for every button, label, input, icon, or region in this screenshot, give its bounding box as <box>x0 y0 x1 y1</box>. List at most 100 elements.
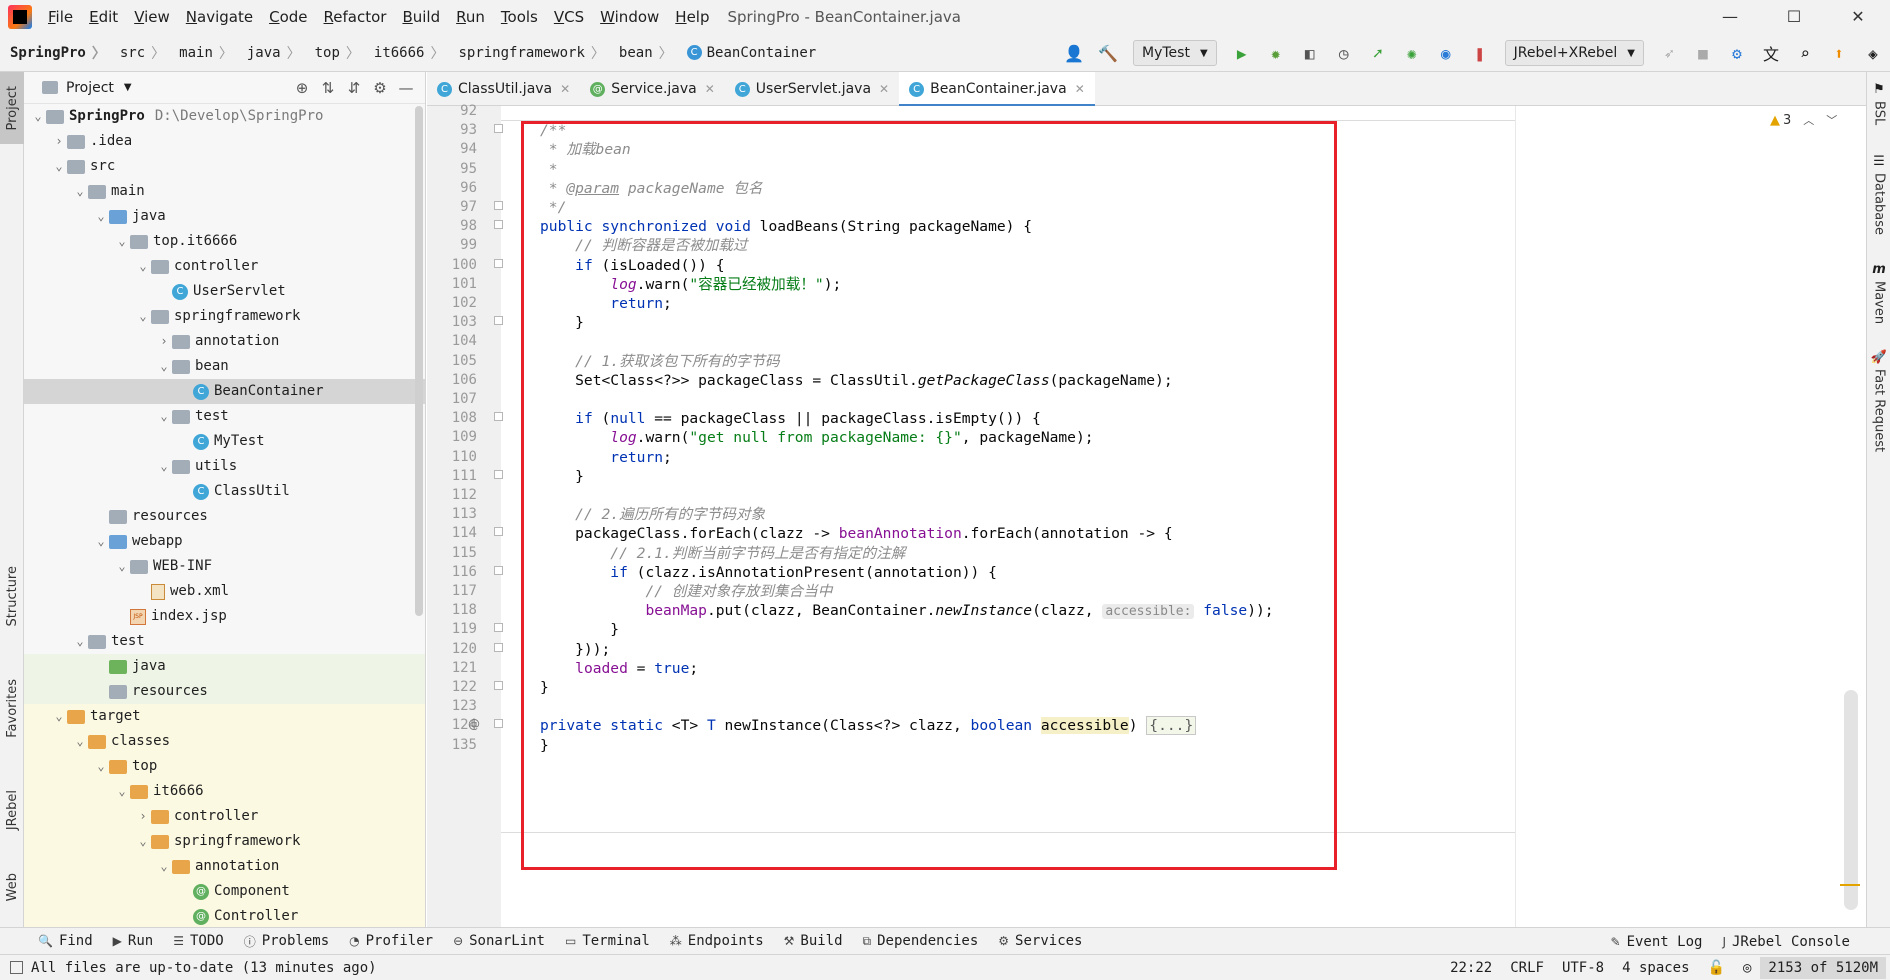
tree-node[interactable]: › .idea <box>24 129 425 154</box>
tree-node[interactable]: C UserServlet <box>24 279 425 304</box>
tree-node[interactable]: JSP index.jsp <box>24 604 425 629</box>
tree-node[interactable]: ⌄ annotation <box>24 854 425 879</box>
tool-window-todo[interactable]: ☰ TODO <box>163 933 233 949</box>
project-tree-scrollbar[interactable] <box>415 106 423 616</box>
structure-tool-tab[interactable]: Structure <box>0 552 24 640</box>
chevron-down-icon[interactable]: ⌄ <box>72 729 88 754</box>
update-icon[interactable]: ⬆ <box>1826 40 1852 66</box>
fold-marker-icon[interactable] <box>494 316 503 325</box>
tool-window-run[interactable]: ▶ Run <box>103 933 164 949</box>
tool-window-services[interactable]: ⚙ Services <box>988 933 1092 949</box>
fold-marker-icon[interactable] <box>494 259 503 268</box>
menu-view[interactable]: View <box>126 8 178 26</box>
chevron-right-icon[interactable]: › <box>51 129 67 154</box>
chevron-down-icon[interactable]: ⌄ <box>72 629 88 654</box>
tool-window-endpoints[interactable]: ⁂ Endpoints <box>660 933 774 949</box>
previous-highlight-icon[interactable]: ︿ <box>1803 112 1814 128</box>
hide-icon[interactable]: — <box>393 79 419 97</box>
tree-node[interactable]: ⌄ controller <box>24 254 425 279</box>
tree-node[interactable]: resources <box>24 679 425 704</box>
tree-node[interactable]: ⌄ springframework <box>24 304 425 329</box>
chevron-down-icon[interactable]: ⌄ <box>114 779 130 804</box>
tree-node[interactable]: ⌄ springframework <box>24 829 425 854</box>
tree-node[interactable]: › controller <box>24 804 425 829</box>
tool-window-problems[interactable]: ⓘ Problems <box>234 933 339 950</box>
debug-icon[interactable]: ✹ <box>1263 40 1289 66</box>
chevron-right-icon[interactable]: › <box>135 804 151 829</box>
editor-tab[interactable]: C BeanContainer.java ✕ <box>899 72 1095 107</box>
minimize-button[interactable]: — <box>1698 0 1762 34</box>
tree-node[interactable]: @ Controller <box>24 904 425 927</box>
menu-code[interactable]: Code <box>261 8 315 26</box>
project-tool-tab[interactable]: Project <box>0 72 24 144</box>
menu-vcs[interactable]: VCS <box>546 8 592 26</box>
tree-node[interactable]: ⌄ top <box>24 754 425 779</box>
tree-node[interactable]: ⌄ test <box>24 629 425 654</box>
tool-window-build[interactable]: ⚒ Build <box>774 933 853 949</box>
expand-all-icon[interactable]: ⇅ <box>315 79 341 97</box>
editor-tab[interactable]: @ Service.java ✕ <box>580 72 725 106</box>
build-hammer-icon[interactable]: 🔨 <box>1095 40 1121 66</box>
tool-windows-toggle-icon[interactable] <box>10 961 23 974</box>
chevron-down-icon[interactable]: ⌄ <box>114 229 130 254</box>
tree-node[interactable]: ⌄ it6666 <box>24 779 425 804</box>
tree-node[interactable]: C BeanContainer <box>24 379 425 404</box>
memory-indicator[interactable]: 2153 of 5120M <box>1760 957 1886 979</box>
close-icon[interactable]: ✕ <box>879 82 889 96</box>
editor-scrollbar[interactable] <box>1844 690 1858 910</box>
locate-icon[interactable]: ⊕ <box>289 79 315 97</box>
tool-window-dependencies[interactable]: ⧉ Dependencies <box>853 933 989 949</box>
tree-node[interactable]: ⌄ top.it6666 <box>24 229 425 254</box>
inspection-widget[interactable]: ▲ 3 ︿ ﹀ <box>1770 112 1837 128</box>
fold-marker-icon[interactable] <box>494 566 503 575</box>
close-window-button[interactable]: ✕ <box>1826 0 1890 34</box>
coverage-icon[interactable]: ◧ <box>1297 40 1323 66</box>
fold-marker-icon[interactable] <box>494 124 503 133</box>
tool-window-jrebel-console[interactable]: J JRebel Console <box>1712 934 1860 950</box>
menu-help[interactable]: Help <box>667 8 717 26</box>
jrebel-tool-tab[interactable]: JRebel <box>0 770 24 850</box>
editor-tab[interactable]: C UserServlet.java ✕ <box>725 72 899 106</box>
menu-window[interactable]: Window <box>592 8 667 26</box>
fold-marker-icon[interactable] <box>494 527 503 536</box>
maximize-button[interactable]: ☐ <box>1762 0 1826 34</box>
tree-node[interactable]: ⌄ classes <box>24 729 425 754</box>
menu-navigate[interactable]: Navigate <box>178 8 261 26</box>
chevron-down-icon[interactable]: ⌄ <box>51 704 67 729</box>
chevron-down-icon[interactable]: ⌄ <box>30 104 46 129</box>
jrebel-run-icon[interactable]: ➚ <box>1365 40 1391 66</box>
chevron-down-icon[interactable]: ⌄ <box>156 404 172 429</box>
database-tool-tab[interactable]: ☰ Database <box>1867 154 1890 235</box>
chevron-down-icon[interactable]: ⌄ <box>135 829 151 854</box>
tree-node[interactable]: ⌄ main <box>24 179 425 204</box>
menu-edit[interactable]: Edit <box>81 8 126 26</box>
chevron-down-icon[interactable]: ⌄ <box>156 854 172 879</box>
tool-window-terminal[interactable]: ▭ Terminal <box>555 933 660 949</box>
chevron-down-icon[interactable]: ⌄ <box>93 204 109 229</box>
file-encoding[interactable]: UTF-8 <box>1553 960 1613 976</box>
chevron-down-icon[interactable]: ▼ <box>124 82 132 93</box>
web-tool-tab[interactable]: Web <box>0 862 24 912</box>
fast-request-tool-tab[interactable]: 🚀 Fast Request <box>1867 350 1890 452</box>
tree-node[interactable]: ⌄ test <box>24 404 425 429</box>
tree-node[interactable]: ⌄ WEB-INF <box>24 554 425 579</box>
ide-features-icon[interactable]: ◈ <box>1860 40 1886 66</box>
chevron-down-icon[interactable]: ⌄ <box>156 354 172 379</box>
close-icon[interactable]: ✕ <box>705 82 715 96</box>
run-icon[interactable]: ▶ <box>1229 40 1255 66</box>
tree-node[interactable]: web.xml <box>24 579 425 604</box>
help-icon[interactable]: ⚙ <box>1724 40 1750 66</box>
lock-icon[interactable]: 🔓 <box>1699 960 1734 976</box>
fold-marker-icon[interactable] <box>494 220 503 229</box>
fold-marker-icon[interactable] <box>494 623 503 632</box>
chevron-right-icon[interactable]: › <box>156 329 172 354</box>
fold-marker-icon[interactable] <box>494 412 503 421</box>
menu-build[interactable]: Build <box>394 8 448 26</box>
run-configuration-select[interactable]: MyTest ▼ <box>1133 40 1217 66</box>
chevron-down-icon[interactable]: ⌄ <box>156 454 172 479</box>
breadcrumb-item[interactable]: it6666 〉 <box>364 43 449 63</box>
chevron-down-icon[interactable]: ⌄ <box>114 554 130 579</box>
tree-node[interactable]: ⌄ java <box>24 204 425 229</box>
breadcrumb-item[interactable]: SpringPro 〉 <box>0 43 110 63</box>
chevron-down-icon[interactable]: ⌄ <box>135 304 151 329</box>
